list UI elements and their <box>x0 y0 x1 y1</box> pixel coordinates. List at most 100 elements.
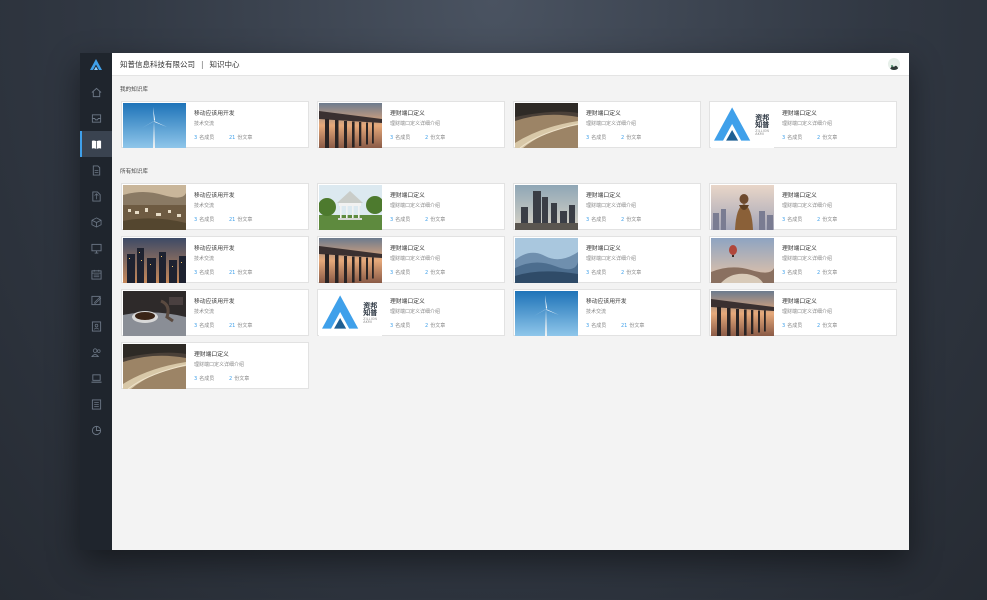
members-label: 名成员 <box>199 376 215 382</box>
kb-card-articles: 2 份文章 <box>425 269 445 276</box>
sidebar-item-document[interactable] <box>80 157 112 183</box>
members-label: 名成员 <box>395 135 411 141</box>
transfer-icon <box>91 190 101 202</box>
articles-label: 份文章 <box>234 376 250 382</box>
kb-card[interactable]: 移动应该用开发 技术交流 3 名成员 21 份文章 <box>121 183 309 230</box>
kb-card[interactable]: 理财端口定义 理财端口定义详细介绍 3 名成员 2 份文章 <box>513 183 701 230</box>
kb-card-members: 3 名成员 <box>194 375 214 382</box>
sidebar-item-monitor[interactable] <box>80 235 112 261</box>
brand-logo-mark-icon <box>322 295 359 329</box>
articles-count: 2 <box>425 217 429 223</box>
sidebar-item-home[interactable] <box>80 79 112 105</box>
edit-icon <box>90 295 101 305</box>
kb-card-members: 3 名成员 <box>586 322 606 329</box>
kb-card-articles: 21 份文章 <box>229 269 252 276</box>
kb-card-subtitle: 理财端口定义详细介绍 <box>390 256 441 262</box>
kb-card[interactable]: 理财端口定义 理财端口定义详细介绍 3 名成员 2 份文章 <box>709 236 897 283</box>
articles-count: 2 <box>817 135 821 141</box>
kb-card-articles: 2 份文章 <box>817 134 837 141</box>
kb-card-articles: 2 份文章 <box>621 216 641 223</box>
kb-card[interactable]: 移动应该用开发 技术交流 3 名成员 21 份文章 <box>121 101 309 148</box>
articles-count: 2 <box>817 323 821 329</box>
kb-card-members: 3 名成员 <box>390 322 410 329</box>
kb-card[interactable]: 移动应该用开发 技术交流 3 名成员 21 份文章 <box>121 236 309 283</box>
kb-card[interactable]: 理财端口定义 理财端口定义详细介绍 3 名成员 2 份文章 <box>709 183 897 230</box>
articles-count: 2 <box>621 135 625 141</box>
articles-count: 21 <box>229 270 236 276</box>
kb-card-title: 理财端口定义 <box>586 246 621 252</box>
members-count: 3 <box>586 323 590 329</box>
brand-logo-mark-icon <box>714 107 751 141</box>
app-logo-icon[interactable] <box>89 58 103 72</box>
kb-card-subtitle: 理财端口定义详细介绍 <box>782 309 833 315</box>
kb-card[interactable]: 理财端口定义 理财端口定义详细介绍 3 名成员 2 份文章 <box>709 289 897 336</box>
kb-card-articles: 2 份文章 <box>817 322 837 329</box>
articles-label: 份文章 <box>822 323 838 329</box>
kb-card-thumbnail <box>123 291 186 336</box>
kb-card-thumbnail <box>515 185 578 230</box>
sidebar-item-edit[interactable] <box>80 287 112 313</box>
kb-card[interactable]: 理财端口定义 理财端口定义详细介绍 3 名成员 2 份文章 <box>317 236 505 283</box>
kb-card[interactable]: 理财端口定义 理财端口定义详细介绍 3 名成员 2 份文章 <box>513 101 701 148</box>
kb-card-members: 3 名成员 <box>782 269 802 276</box>
sidebar-item-list[interactable] <box>80 391 112 417</box>
articles-label: 份文章 <box>822 135 838 141</box>
company-name: 知普信息科技有限公司 <box>120 60 195 69</box>
articles-count: 2 <box>621 270 625 276</box>
members-label: 名成员 <box>591 270 607 276</box>
kb-card-title: 移动应该用开发 <box>194 246 235 252</box>
kb-card[interactable]: 资邦知普 ZILLION AKMI 理财端口定义 理财端口定义详细介绍 3 名成员 2 份文章 <box>709 101 897 148</box>
kb-card-subtitle: 理财端口定义详细介绍 <box>782 203 833 209</box>
kb-card[interactable]: 理财端口定义 理财端口定义详细介绍 3 名成员 2 份文章 <box>513 236 701 283</box>
members-count: 3 <box>586 217 590 223</box>
kb-card-members: 3 名成员 <box>782 134 802 141</box>
sidebar-item-team[interactable] <box>80 339 112 365</box>
kb-card[interactable]: 移动应该用开发 技术交流 3 名成员 21 份文章 <box>121 289 309 336</box>
kb-card-title: 理财端口定义 <box>390 246 425 252</box>
sidebar-item-stats[interactable] <box>80 417 112 443</box>
sidebar-item-profile[interactable] <box>80 313 112 339</box>
kb-card-members: 3 名成员 <box>390 134 410 141</box>
kb-card-articles: 2 份文章 <box>229 375 249 382</box>
kb-card-articles: 2 份文章 <box>425 216 445 223</box>
sidebar-item-knowledge[interactable] <box>80 131 112 157</box>
sidebar-item-calendar[interactable] <box>80 261 112 287</box>
kb-card-articles: 21 份文章 <box>229 216 252 223</box>
kb-card-title: 理财端口定义 <box>390 193 425 199</box>
breadcrumb: 知普信息科技有限公司 | 知识中心 <box>120 59 240 70</box>
kb-card-members: 3 名成员 <box>390 216 410 223</box>
inbox-icon <box>91 113 101 123</box>
kb-card-title: 理财端口定义 <box>194 352 229 358</box>
members-label: 名成员 <box>591 217 607 223</box>
kb-card-articles: 2 份文章 <box>621 269 641 276</box>
kb-card-thumbnail <box>515 103 578 148</box>
pie-chart-icon <box>91 425 101 435</box>
articles-label: 份文章 <box>430 323 446 329</box>
articles-label: 份文章 <box>629 323 645 329</box>
kb-card-members: 3 名成员 <box>782 322 802 329</box>
kb-card[interactable]: 理财端口定义 理财端口定义详细介绍 3 名成员 2 份文章 <box>121 342 309 389</box>
kb-card-subtitle: 技术交流 <box>194 203 215 209</box>
kb-card-articles: 2 份文章 <box>425 134 445 141</box>
articles-label: 份文章 <box>237 135 253 141</box>
kb-card[interactable]: 理财端口定义 理财端口定义详细介绍 3 名成员 2 份文章 <box>317 183 505 230</box>
sidebar-item-laptop[interactable] <box>80 365 112 391</box>
list-icon <box>91 398 101 410</box>
members-count: 3 <box>194 323 198 329</box>
kb-card-subtitle: 理财端口定义详细介绍 <box>586 203 637 209</box>
members-label: 名成员 <box>591 135 607 141</box>
avatar[interactable] <box>888 58 900 70</box>
kb-card-articles: 21 份文章 <box>621 322 644 329</box>
page-title: 知识中心 <box>209 60 240 69</box>
members-label: 名成员 <box>787 323 803 329</box>
kb-card-members: 3 名成员 <box>782 216 802 223</box>
kb-card[interactable]: 资邦知普 ZILLION AKMI 理财端口定义 理财端口定义详细介绍 3 名成员 2 份文章 <box>317 289 505 336</box>
sidebar-item-cube[interactable] <box>80 209 112 235</box>
kb-card[interactable]: 理财端口定义 理财端口定义详细介绍 3 名成员 2 份文章 <box>317 101 505 148</box>
kb-card[interactable]: 移动应该用开发 技术交流 3 名成员 21 份文章 <box>513 289 701 336</box>
articles-label: 份文章 <box>822 217 838 223</box>
sidebar-item-inbox[interactable] <box>80 105 112 131</box>
home-icon <box>91 87 101 97</box>
all-kb-label: 所有知识库 <box>120 169 148 175</box>
sidebar-item-transfer[interactable] <box>80 183 112 209</box>
